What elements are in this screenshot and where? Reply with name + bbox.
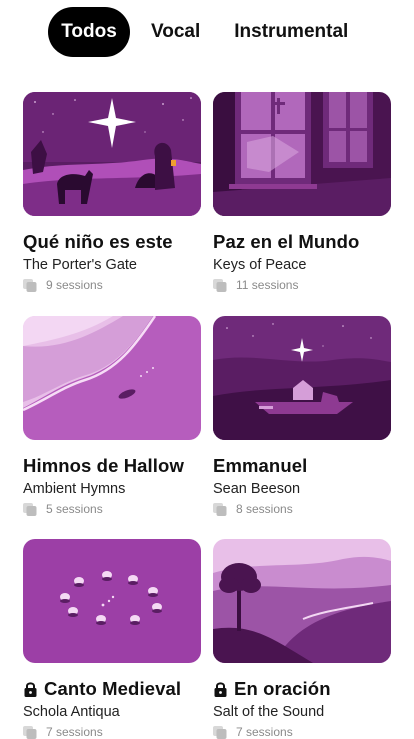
card-title: En oración — [213, 678, 391, 700]
card-artist: Salt of the Sound — [213, 704, 325, 720]
card-artist: Sean Beeson — [213, 481, 301, 497]
session-count: 8 sessions — [236, 502, 293, 516]
session-count: 5 sessions — [46, 502, 103, 516]
card-meta: 7 sessions — [23, 725, 201, 739]
tab-instrumental[interactable]: Instrumental — [234, 7, 348, 57]
session-stack-icon — [23, 725, 37, 739]
tab-vocal[interactable]: Vocal — [151, 7, 200, 57]
card-image-window[interactable] — [213, 92, 391, 216]
card-meta: 11 sessions — [213, 278, 391, 292]
card-canto-medieval[interactable]: Canto Medieval Schola Antiqua 7 sessions — [23, 539, 201, 739]
card-artist: Schola Antiqua — [23, 704, 120, 720]
session-stack-icon — [23, 502, 37, 516]
filter-tabs: Todos Vocal Instrumental — [48, 7, 348, 57]
tab-todos[interactable]: Todos — [48, 7, 130, 57]
card-meta: 8 sessions — [213, 502, 391, 516]
lock-icon — [24, 681, 37, 697]
session-count: 11 sessions — [236, 278, 299, 292]
session-stack-icon — [213, 502, 227, 516]
card-que-nino-es-este[interactable]: Qué niño es este The Porter's Gate 9 ses… — [23, 92, 201, 292]
card-image-nativity[interactable] — [23, 92, 201, 216]
card-artist: Keys of Peace — [213, 257, 307, 273]
session-count: 9 sessions — [46, 278, 103, 292]
card-artist: The Porter's Gate — [23, 257, 137, 273]
card-image-tree-hills[interactable] — [213, 539, 391, 663]
card-title: Himnos de Hallow — [23, 455, 184, 476]
card-meta: 5 sessions — [23, 502, 201, 516]
card-title: Emmanuel — [213, 455, 308, 476]
card-paz-en-el-mundo[interactable]: Paz en el Mundo Keys of Peace 11 session… — [213, 92, 391, 292]
lock-icon — [214, 681, 227, 697]
card-title: Qué niño es este — [23, 231, 173, 252]
card-meta: 9 sessions — [23, 278, 201, 292]
card-title: Paz en el Mundo — [213, 231, 360, 252]
card-meta: 7 sessions — [213, 725, 391, 739]
card-emmanuel[interactable]: Emmanuel Sean Beeson 8 sessions — [213, 316, 391, 516]
session-stack-icon — [213, 278, 227, 292]
card-image-circle[interactable] — [23, 539, 201, 663]
card-image-shore[interactable] — [23, 316, 201, 440]
session-stack-icon — [23, 278, 37, 292]
card-en-oracion[interactable]: En oración Salt of the Sound 7 sessions — [213, 539, 391, 739]
card-image-star-house[interactable] — [213, 316, 391, 440]
card-title: Canto Medieval — [23, 678, 201, 700]
session-count: 7 sessions — [46, 725, 103, 739]
session-stack-icon — [213, 725, 227, 739]
card-artist: Ambient Hymns — [23, 481, 126, 497]
card-himnos-de-hallow[interactable]: Himnos de Hallow Ambient Hymns 5 session… — [23, 316, 201, 516]
session-count: 7 sessions — [236, 725, 293, 739]
